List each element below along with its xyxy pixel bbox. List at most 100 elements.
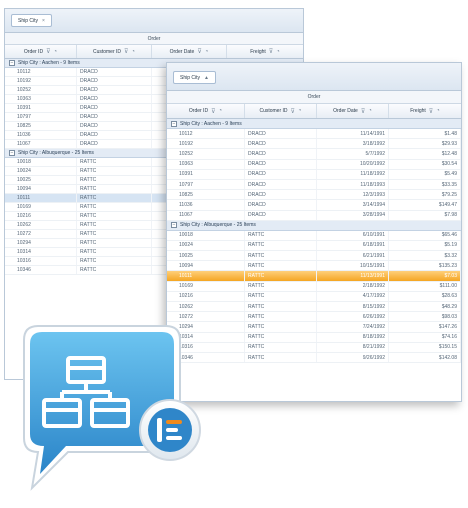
- sort-up-icon[interactable]: ▲: [204, 75, 209, 81]
- table-cell: 11/18/1992: [317, 169, 389, 179]
- filter-icon[interactable]: ⊽: [197, 48, 201, 55]
- table-row[interactable]: 10316 RATTC 8/21/1992 $150.15: [167, 342, 461, 353]
- close-icon[interactable]: ×: [42, 18, 45, 24]
- filter-icon[interactable]: ⊽: [291, 108, 295, 115]
- table-cell: DRACD: [245, 169, 317, 179]
- table-cell: 10216: [167, 291, 245, 301]
- table-cell: 10262: [5, 221, 77, 229]
- table-cell: 10797: [167, 179, 245, 190]
- table-cell: $3.32: [389, 251, 461, 261]
- sort-icon[interactable]: ◔: [276, 49, 280, 55]
- table-cell: $111.00: [389, 281, 461, 291]
- table-cell: RATTC: [77, 230, 152, 238]
- collapse-toggle-icon[interactable]: −: [9, 60, 15, 66]
- filter-icon[interactable]: ⊽: [211, 108, 215, 115]
- table-cell: DRACD: [77, 86, 152, 94]
- table-cell: 3/18/1992: [317, 139, 389, 149]
- table-cell: 10216: [5, 212, 77, 220]
- table-row[interactable]: 10018 RATTC 6/10/1991 $65.46: [167, 230, 461, 241]
- table-row[interactable]: 10797 DRACD 11/18/1993 $33.35: [167, 179, 461, 191]
- column-header-order-id[interactable]: Order ID ⊽ ◔: [167, 104, 245, 118]
- column-header-order-date[interactable]: Order Date ⊽ ◔: [152, 45, 227, 58]
- table-row[interactable]: 10294 RATTC 7/24/1992 $147.26: [167, 322, 461, 333]
- table-row[interactable]: 10262 RATTC 8/15/1992 $48.29: [167, 302, 461, 313]
- sort-icon[interactable]: ◔: [53, 49, 57, 55]
- table-cell: RATTC: [245, 281, 317, 291]
- table-row[interactable]: 10112 DRACD 11/14/1991 $1.48: [167, 129, 461, 140]
- sort-icon[interactable]: ◔: [131, 49, 135, 55]
- table-row[interactable]: 10024 RATTC 6/18/1991 $5.19: [167, 240, 461, 252]
- table-cell: 5/7/1992: [317, 149, 389, 159]
- group-row-label: Ship City : Aachen - 9 Items: [180, 120, 242, 127]
- column-header-freight[interactable]: Freight ⊽ ◔: [389, 104, 461, 118]
- table-row[interactable]: 10314 RATTC 8/18/1992 $74.16: [167, 332, 461, 343]
- table-cell: $7.03: [389, 271, 461, 281]
- table-cell: 11036: [5, 131, 77, 139]
- table-row[interactable]: 10363 DRACD 10/20/1992 $30.54: [167, 159, 461, 170]
- band-header-order: Order: [5, 33, 303, 45]
- group-chip-ship-city[interactable]: Ship City ▲: [173, 71, 216, 84]
- table-row[interactable]: 10825 DRACD 12/3/1993 $79.25: [167, 190, 461, 201]
- table-cell: RATTC: [245, 251, 317, 261]
- group-row[interactable]: − Ship City : Albuquerque - 25 Items: [167, 220, 461, 231]
- table-cell: DRACD: [245, 129, 317, 139]
- filter-icon[interactable]: ⊽: [46, 48, 50, 55]
- table-row[interactable]: 10252 DRACD 5/7/1992 $12.48: [167, 149, 461, 160]
- table-cell: 10018: [167, 230, 245, 240]
- table-row[interactable]: 10272 RATTC 6/26/1992 $98.03: [167, 312, 461, 323]
- table-cell: 8/21/1992: [317, 342, 389, 352]
- column-header-label: Customer ID: [259, 108, 288, 114]
- band-header-order: Order: [167, 91, 461, 104]
- table-cell: 10/20/1992: [317, 159, 389, 169]
- table-row[interactable]: 10111 RATTC 11/13/1991 $7.03: [167, 271, 461, 282]
- sort-icon[interactable]: ◔: [205, 49, 209, 55]
- column-header-label: Customer ID: [92, 48, 122, 55]
- column-header-order-id[interactable]: Order ID ⊽ ◔: [5, 45, 77, 58]
- collapse-toggle-icon[interactable]: −: [171, 222, 177, 229]
- table-cell: 10112: [5, 68, 77, 76]
- table-cell: $98.03: [389, 312, 461, 322]
- group-row[interactable]: − Ship City : Aachen - 9 Items: [167, 119, 461, 129]
- table-cell: 7/24/1992: [317, 322, 389, 332]
- table-row[interactable]: 10169 RATTC 2/18/1992 $111.00: [167, 281, 461, 292]
- table-row[interactable]: 10094 RATTC 10/15/1991 $135.23: [167, 261, 461, 272]
- column-header-customer-id[interactable]: Customer ID ⊽ ◔: [77, 45, 152, 58]
- group-chip-label: Ship City: [18, 17, 39, 24]
- table-cell: $74.16: [389, 332, 461, 342]
- column-header-label: Order ID: [23, 48, 44, 55]
- table-row[interactable]: 10346 RATTC 9/26/1992 $142.08: [167, 352, 461, 364]
- column-header-customer-id[interactable]: Customer ID ⊽ ◔: [245, 104, 317, 118]
- sort-icon[interactable]: ◔: [298, 108, 302, 114]
- table-row[interactable]: 11036 DRACD 3/14/1994 $149.47: [167, 200, 461, 211]
- table-row[interactable]: 10025 RATTC 6/21/1991 $3.32: [167, 251, 461, 262]
- table-cell: DRACD: [245, 210, 317, 220]
- column-header-order-date[interactable]: Order Date ⊽ ◔: [317, 104, 389, 118]
- table-cell: 10825: [167, 190, 245, 200]
- collapse-toggle-icon[interactable]: −: [9, 150, 15, 156]
- sort-icon[interactable]: ◔: [436, 108, 440, 114]
- table-cell: RATTC: [245, 352, 317, 363]
- table-row[interactable]: 10216 RATTC 4/17/1992 $28.63: [167, 291, 461, 302]
- group-chip-ship-city[interactable]: Ship City ×: [11, 14, 52, 27]
- table-row[interactable]: 10391 DRACD 11/18/1992 $5.49: [167, 169, 461, 180]
- filter-icon[interactable]: ⊽: [124, 48, 128, 55]
- table-cell: $150.15: [389, 342, 461, 352]
- sort-icon[interactable]: ◔: [218, 108, 222, 114]
- table-cell: RATTC: [77, 185, 152, 193]
- table-cell: DRACD: [245, 190, 317, 200]
- table-cell: 10294: [5, 239, 77, 247]
- column-header-freight[interactable]: Freight ⊽ ◔: [227, 45, 303, 58]
- sort-icon[interactable]: ◔: [368, 108, 372, 114]
- filter-icon[interactable]: ⊽: [429, 108, 433, 115]
- column-header-label: Order Date: [169, 48, 195, 55]
- table-cell: 11036: [167, 200, 245, 210]
- table-row[interactable]: 10192 DRACD 3/18/1992 $29.93: [167, 139, 461, 150]
- filter-icon[interactable]: ⊽: [269, 48, 273, 55]
- table-cell: 10346: [5, 266, 77, 274]
- table-row[interactable]: 11067 DRACD 3/28/1994 $7.98: [167, 210, 461, 221]
- table-cell: $7.98: [389, 210, 461, 220]
- table-cell: 11067: [5, 140, 77, 148]
- collapse-toggle-icon[interactable]: −: [171, 120, 177, 127]
- filter-icon[interactable]: ⊽: [361, 108, 365, 115]
- table-cell: 6/21/1991: [317, 251, 389, 261]
